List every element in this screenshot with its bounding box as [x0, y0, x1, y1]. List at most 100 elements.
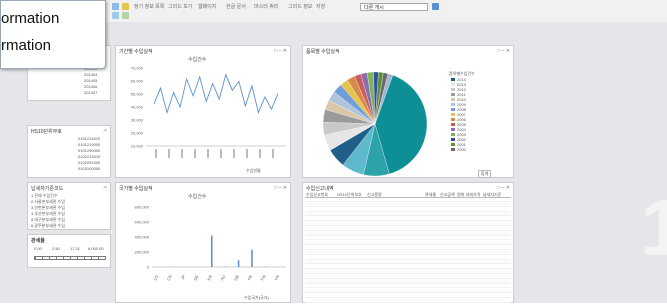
- popup-tooltip: ormation rmation: [0, 0, 106, 69]
- filter-value[interactable]: 201405: [84, 78, 97, 83]
- table-row[interactable]: [305, 246, 511, 250]
- legend-label: 2000: [457, 147, 466, 152]
- toolbar-item[interactable]: 정기 정보 목록: [134, 3, 164, 11]
- country-bar-chart: 800,000600,000400,000200,0000USCNJPDEKRA…: [116, 183, 292, 304]
- table-row[interactable]: [305, 198, 511, 202]
- legend-swatch: [451, 118, 455, 121]
- country-chart-panel: 국가별 수입실적 □ – ✕ 수입건수 800,000600,000400,00…: [115, 182, 291, 303]
- y-tick-label: 20,000: [131, 131, 144, 136]
- table-row[interactable]: [305, 251, 511, 255]
- tax-rate-slider[interactable]: [34, 256, 106, 260]
- x-tick-label: JP: [180, 274, 187, 281]
- x-tick-label: VN: [273, 274, 280, 281]
- y-tick-label: 40,000: [131, 105, 144, 110]
- legend-swatch: [451, 143, 455, 146]
- total-button[interactable]: 합계: [478, 170, 491, 178]
- hs-code-value[interactable]: 0101219000: [78, 142, 100, 147]
- toolbar-item[interactable]: 마스터 쿼리: [254, 3, 278, 11]
- search-input[interactable]: 다른 개시: [360, 3, 428, 11]
- hs-code-value[interactable]: 0103100000: [78, 166, 100, 171]
- x-tick-label: AU: [219, 274, 226, 281]
- legend-swatch: [451, 108, 455, 111]
- legend-swatch: [451, 88, 455, 91]
- y-tick-label: 800,000: [135, 205, 150, 210]
- slider-tick-label: 0.00: [34, 246, 42, 251]
- table-row[interactable]: [305, 270, 511, 274]
- table-row[interactable]: [305, 208, 511, 212]
- table-row[interactable]: [305, 222, 511, 226]
- table-row[interactable]: [305, 260, 511, 264]
- panel-menu-icon[interactable]: ↗: [103, 128, 107, 134]
- x-axis-caption: 수입국가(국가): [244, 295, 269, 301]
- table-row[interactable]: [305, 236, 511, 240]
- taxpayer-panel: 납세자기준코드 ↗ 1.전체 수입건수 2.서울본부세관 수입 3.인천본부세관…: [27, 182, 111, 230]
- filter-value[interactable]: 201407: [84, 90, 97, 95]
- folder-icon[interactable]: [122, 3, 129, 10]
- x-tick-label: CN: [166, 274, 173, 282]
- table-row[interactable]: [305, 275, 511, 279]
- table-row[interactable]: [305, 284, 511, 288]
- x-tick-label: TW: [259, 274, 267, 282]
- table-row[interactable]: [305, 217, 511, 221]
- legend-swatch: [451, 83, 455, 86]
- table-body: [303, 198, 513, 302]
- bar: [211, 236, 213, 268]
- panel-menu-icon[interactable]: ↗: [103, 185, 107, 191]
- y-tick-label: 50,000: [131, 92, 144, 97]
- pie-chart: [303, 46, 515, 179]
- hs-code-value[interactable]: 0102291000: [78, 160, 100, 165]
- hs-code-panel: HS10단위부호 ↗ 0101211000 0101219000 0101290…: [27, 125, 111, 178]
- x-tick-label: US: [152, 274, 159, 282]
- panel-controls[interactable]: □ – ✕: [497, 185, 510, 191]
- toolbar-item[interactable]: 한글 문서: [226, 3, 246, 11]
- table-row[interactable]: [305, 294, 511, 298]
- popup-line: rmation: [1, 37, 51, 54]
- bar: [238, 260, 240, 267]
- y-tick-label: 60,000: [131, 79, 144, 84]
- list-item[interactable]: 6.광주본부세관 수입: [31, 223, 65, 229]
- hs-code-value[interactable]: 0102211000: [78, 154, 100, 159]
- y-tick-label: 0: [147, 265, 150, 270]
- toolbar-item[interactable]: 저장: [316, 3, 325, 11]
- hs-code-value[interactable]: 0101290000: [78, 148, 100, 153]
- filter-value[interactable]: 201404: [84, 72, 97, 77]
- search-icon[interactable]: [432, 3, 439, 10]
- legend-swatch: [451, 138, 455, 141]
- table-row[interactable]: [305, 299, 511, 303]
- table-row[interactable]: [305, 280, 511, 284]
- bar: [251, 250, 253, 267]
- panel-title: 수입신고내역: [306, 185, 334, 192]
- table-row[interactable]: [305, 232, 511, 236]
- refresh-icon[interactable]: [112, 3, 119, 10]
- trend-line-chart: 70,00060,00050,00040,00030,00020,00010,0…: [116, 46, 292, 179]
- table-row[interactable]: [305, 289, 511, 293]
- home-icon[interactable]: [112, 12, 119, 19]
- table-row[interactable]: [305, 265, 511, 269]
- grid-icon[interactable]: [122, 12, 129, 19]
- panel-title: HS10단위부호: [31, 128, 62, 135]
- y-tick-label: 200,000: [135, 250, 150, 255]
- toolbar-item[interactable]: 그리드 보기: [168, 3, 192, 11]
- panel-title: 관세율: [31, 237, 45, 244]
- pie-legend: 2014201320122011201020092008200720062005…: [451, 77, 466, 152]
- toolbar-item[interactable]: 그리드 정보: [288, 3, 312, 11]
- table-row[interactable]: [305, 203, 511, 207]
- legend-swatch: [451, 98, 455, 101]
- hs-code-value[interactable]: 0101211000: [78, 136, 100, 141]
- table-row[interactable]: [305, 241, 511, 245]
- legend-swatch: [451, 128, 455, 131]
- y-tick-label: 10,000: [131, 144, 144, 149]
- legend-swatch: [451, 133, 455, 136]
- y-tick-label: 600,000: [135, 220, 150, 225]
- table-row[interactable]: [305, 256, 511, 260]
- legend-swatch: [451, 148, 455, 151]
- table-row[interactable]: [305, 227, 511, 231]
- filter-value[interactable]: 201406: [84, 84, 97, 89]
- x-tick-label: FR: [246, 274, 253, 281]
- legend-swatch: [451, 78, 455, 81]
- toolbar-item[interactable]: 웹페이지: [198, 3, 216, 11]
- x-tick-label: KR: [206, 274, 213, 281]
- legend-item: 2000: [451, 147, 466, 152]
- trend-chart-panel: 기간별 수입실적 □ – ✕ 수입건수 70,00060,00050,00040…: [115, 45, 291, 178]
- table-row[interactable]: [305, 212, 511, 216]
